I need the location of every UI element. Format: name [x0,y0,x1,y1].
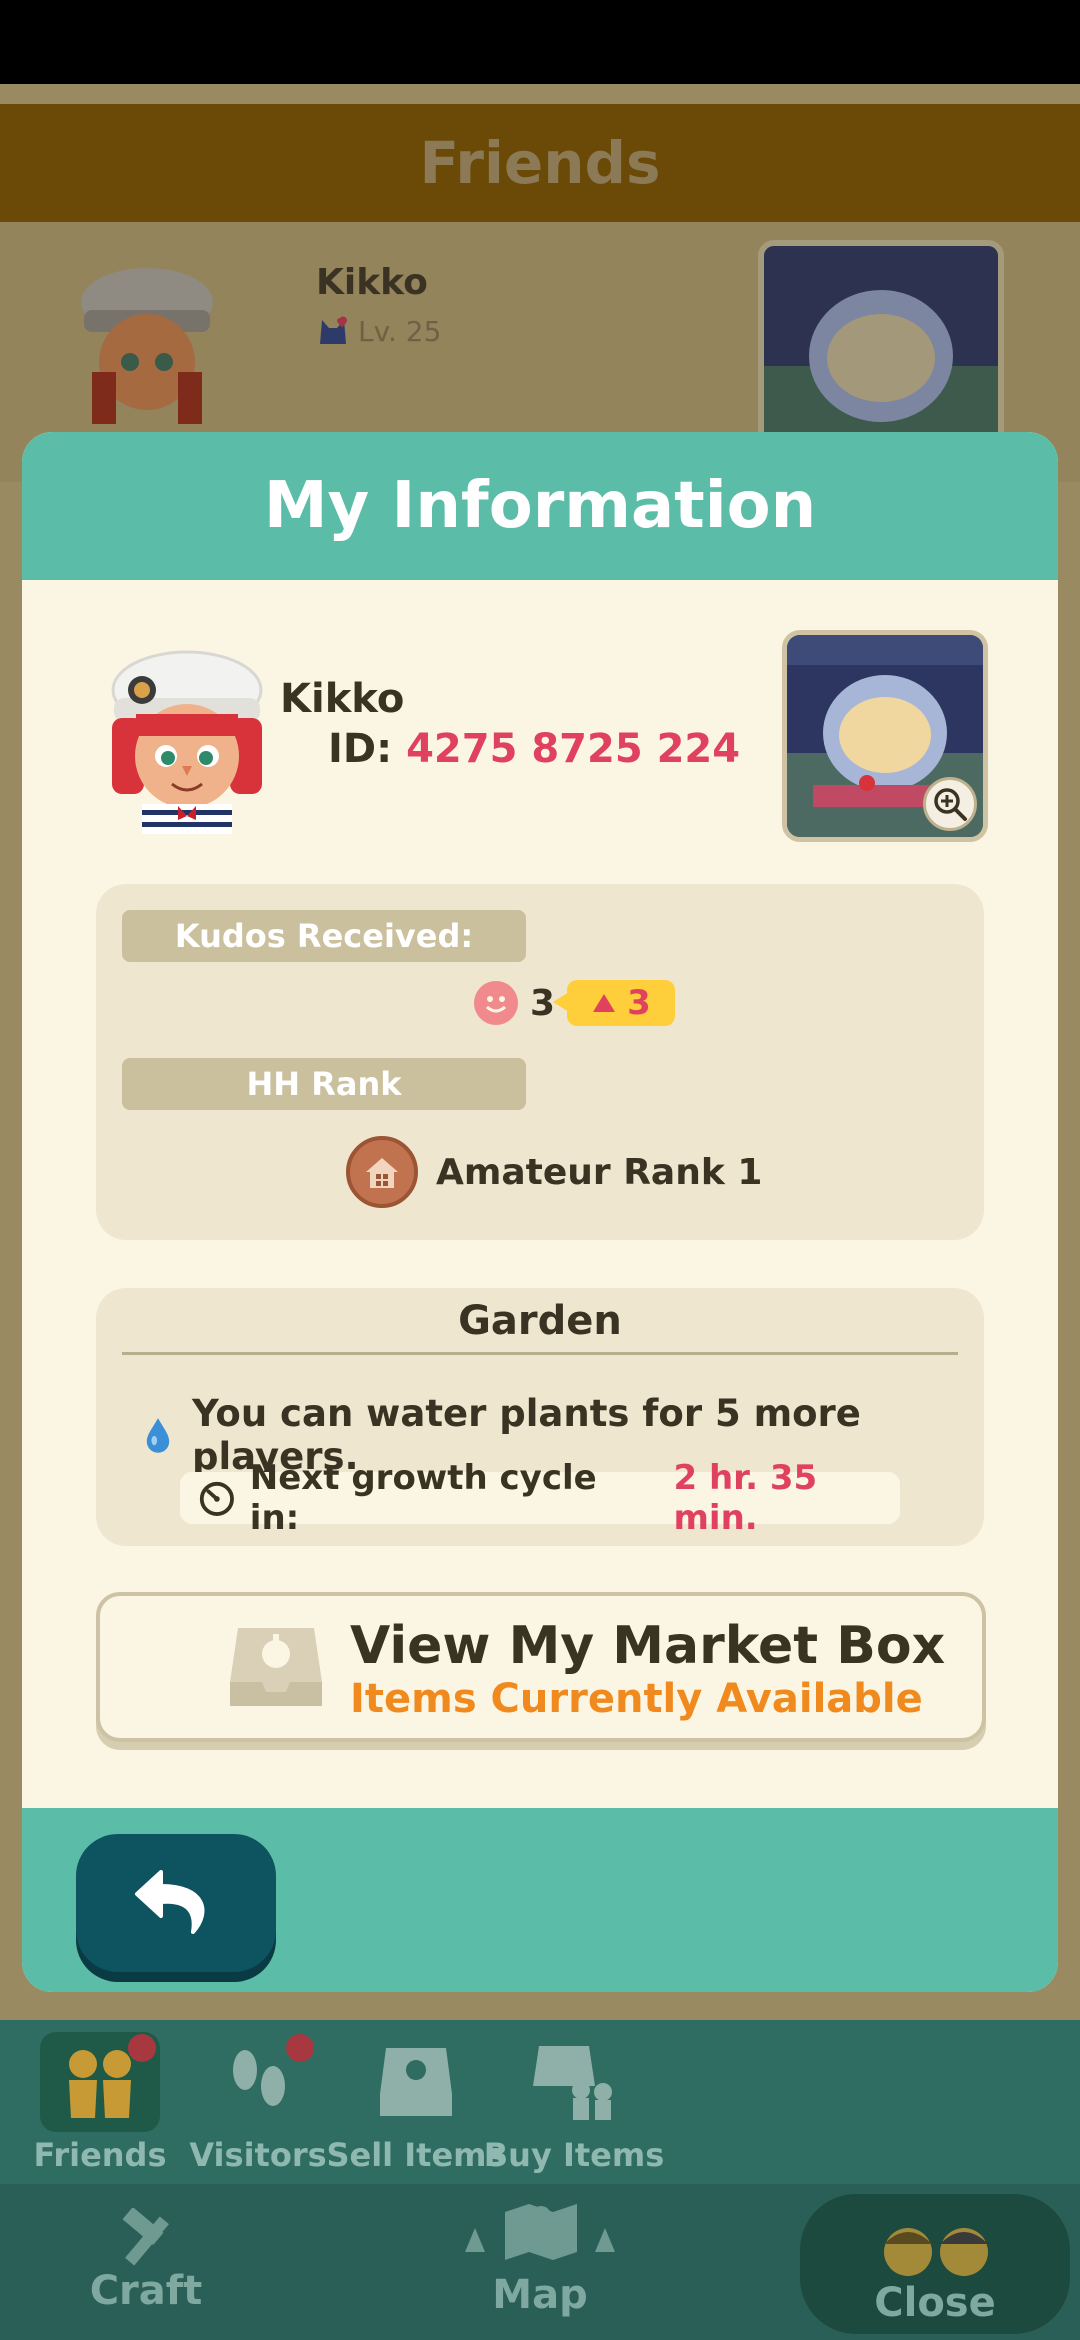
market-box-texts: View My Market Box Items Currently Avail… [350,1616,945,1722]
garden-title: Garden [458,1298,622,1344]
main-navigation: Craft Map Close [0,2184,1080,2340]
close-label: Close [874,2280,996,2326]
timer-icon [199,1481,234,1516]
friend-level-text: Lv. 25 [358,314,442,348]
kudos-count: 3 [530,982,556,1024]
growth-label: Next growth cycle in: [249,1458,597,1538]
nav-sell-items-label: Sell Items [326,2136,506,2174]
nav-craft[interactable]: Craft [90,2208,202,2314]
hammer-icon [122,2208,169,2266]
kudos-row: 3 3 [474,980,675,1026]
nav-sell-items[interactable]: Sell Items [326,2032,506,2184]
friend-name: Kikko [316,262,428,303]
friends-header: Friends [0,104,1080,222]
kudos-new-badge: 3 [553,980,675,1026]
hh-rank-value: Amateur Rank 1 [436,1151,763,1193]
user-avatar [111,650,263,834]
rank-row: Amateur Rank 1 [346,1136,762,1208]
nav-visitors-label: Visitors [189,2136,327,2174]
nav-friends[interactable]: Friends [22,2032,178,2184]
market-box-icon [230,1628,322,1706]
status-bar [0,0,1080,84]
nav-map-label: Map [492,2272,588,2318]
water-drop-icon [146,1418,170,1453]
nav-map[interactable]: Map [440,2192,640,2318]
garden-divider [122,1352,958,1355]
friends-header-title: Friends [419,129,661,197]
triangle-up-icon [593,994,616,1012]
hh-rank-label: HH Rank [122,1058,526,1110]
zoom-in-icon [934,788,967,821]
friend-campsite-thumbnail[interactable] [758,240,1004,450]
friend-level: Lv. 25 [316,314,441,348]
smiley-icon [474,981,518,1025]
garden-card: Garden You can water plants for 5 more p… [96,1288,984,1546]
stats-card: Kudos Received: 3 3 HH Rank Amateur Rank… [96,884,984,1240]
user-id-label: ID: [328,726,393,772]
user-campsite-thumbnail[interactable] [782,630,988,842]
sub-navigation: Friends Visitors Sell Items Buy Items [0,2020,1080,2184]
market-box-subtitle: Items Currently Available [350,1676,923,1722]
dialog-title: My Information [263,469,817,543]
dialog-footer [22,1808,1058,1992]
friend-avatar [81,268,213,424]
growth-value: 2 hr. 35 min. [673,1458,818,1538]
back-arrow-icon [135,1870,205,1934]
villagers-icon [884,2228,988,2276]
friends-icon [40,2032,160,2132]
market-box-title: View My Market Box [350,1616,946,1676]
nav-craft-label: Craft [89,2268,203,2314]
dialog-header: My Information [22,432,1058,580]
user-id: ID: 4275 8725 224 [328,726,740,772]
nav-visitors[interactable]: Visitors [180,2032,336,2184]
back-button[interactable] [76,1834,276,1972]
user-name: Kikko [280,676,405,722]
footprints-icon [198,2032,318,2132]
nav-buy-items-label: Buy Items [483,2136,665,2174]
house-medal-icon [346,1136,418,1208]
cat-friend-icon [320,316,347,344]
view-market-box-button[interactable]: View My Market Box Items Currently Avail… [96,1592,986,1742]
nav-friends-label: Friends [33,2136,167,2174]
shop-people-icon [514,2032,634,2132]
user-id-value: 4275 8725 224 [406,726,741,772]
notification-dot [286,2034,314,2062]
map-icon [465,2204,615,2260]
zoom-button[interactable] [923,777,977,831]
close-button[interactable]: Close [800,2194,1070,2334]
kudos-label: Kudos Received: [122,910,526,962]
campsite-image [764,246,998,444]
market-box-icon [356,2032,476,2132]
growth-row: Next growth cycle in: 2 hr. 35 min. [180,1458,900,1538]
notification-dot [128,2034,156,2062]
my-information-dialog: My Information Kikko ID: 4275 8725 224 K… [22,432,1058,1992]
kudos-badge-count: 3 [627,983,651,1023]
nav-buy-items[interactable]: Buy Items [484,2032,664,2184]
